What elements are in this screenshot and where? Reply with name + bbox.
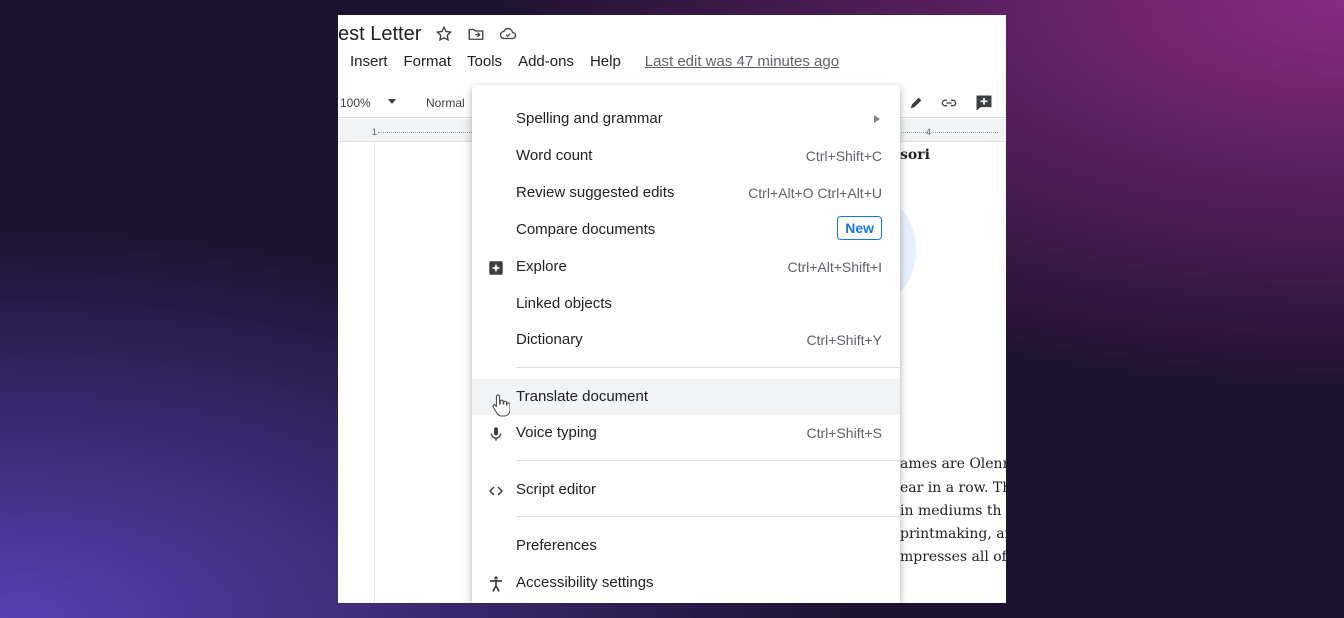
explore-icon	[486, 258, 506, 278]
document-text-line: ames are Olenn	[900, 456, 1006, 472]
menu-item-spelling-and-grammar[interactable]: Spelling and grammar	[472, 101, 900, 137]
ruler-mark-1: 1	[372, 127, 378, 137]
menu-item-dictionary[interactable]: Dictionary Ctrl+Shift+Y	[472, 322, 900, 358]
accessibility-icon	[486, 574, 506, 594]
menu-item-label: Translate document	[516, 388, 649, 405]
menu-tools[interactable]: Tools	[467, 53, 502, 70]
menu-item-word-count[interactable]: Word count Ctrl+Shift+C	[472, 138, 900, 174]
menu-item-preferences[interactable]: Preferences	[472, 528, 900, 564]
menu-item-compare-documents[interactable]: Compare documents New	[472, 212, 900, 248]
pen-icon[interactable]	[908, 95, 924, 111]
menu-separator	[516, 460, 900, 461]
page-margin-line	[374, 141, 375, 603]
menu-item-label: Voice typing	[516, 424, 597, 441]
code-icon	[486, 481, 506, 501]
menu-help[interactable]: Help	[590, 53, 621, 70]
document-text-line: mpresses all of	[900, 549, 1006, 565]
microphone-icon	[486, 424, 506, 444]
link-icon[interactable]	[938, 95, 960, 111]
menu-bar: Insert Format Tools Add-ons Help Last ed…	[350, 53, 839, 70]
zoom-select[interactable]: 100%	[340, 96, 371, 110]
menu-insert[interactable]: Insert	[350, 53, 388, 70]
menu-item-label: Review suggested edits	[516, 184, 675, 201]
menu-item-voice-typing[interactable]: Voice typing Ctrl+Shift+S	[472, 415, 900, 451]
title-bar: est Letter	[338, 21, 517, 47]
cloud-status-icon[interactable]	[499, 25, 517, 43]
menu-item-linked-objects[interactable]: Linked objects	[472, 286, 900, 322]
menu-item-label: Linked objects	[516, 295, 612, 312]
menu-format[interactable]: Format	[404, 53, 452, 70]
menu-item-explore[interactable]: Explore Ctrl+Alt+Shift+I	[472, 249, 900, 285]
menu-item-label: Script editor	[516, 481, 597, 498]
menu-item-shortcut: Ctrl+Alt+O Ctrl+Alt+U	[748, 185, 882, 201]
new-badge: New	[837, 216, 882, 240]
menu-item-script-editor[interactable]: Script editor	[472, 472, 900, 508]
menu-item-label: Word count	[516, 147, 593, 164]
chevron-down-icon[interactable]	[388, 99, 396, 104]
menu-item-label: Accessibility settings	[516, 574, 654, 591]
menu-item-shortcut: Ctrl+Shift+C	[805, 148, 882, 164]
menu-item-label: Preferences	[516, 537, 597, 554]
add-comment-icon[interactable]	[974, 93, 994, 113]
menu-item-shortcut: Ctrl+Shift+S	[806, 425, 882, 441]
menu-item-label: Spelling and grammar	[516, 110, 663, 127]
menu-item-label: Dictionary	[516, 331, 583, 348]
menu-separator	[516, 516, 900, 517]
last-edit-link[interactable]: Last edit was 47 minutes ago	[645, 53, 839, 70]
docs-window: est Letter Insert Format Tools Add-ons H…	[338, 15, 1006, 603]
document-text-line: ear in a row. Th	[900, 480, 1006, 496]
document-title[interactable]: est Letter	[338, 23, 421, 46]
ruler-mark-4: 4	[926, 127, 932, 137]
menu-item-label: Compare documents	[516, 221, 656, 238]
paragraph-style-select[interactable]: Normal	[426, 96, 465, 110]
menu-item-label: Explore	[516, 258, 567, 275]
menu-item-shortcut: Ctrl+Shift+Y	[806, 332, 882, 348]
star-icon[interactable]	[435, 25, 453, 43]
move-to-folder-icon[interactable]	[467, 25, 485, 43]
hand-pointer-icon	[492, 393, 511, 417]
menu-item-shortcut: Ctrl+Alt+Shift+I	[787, 259, 882, 275]
menu-separator	[516, 367, 900, 368]
document-heading: sori	[900, 147, 930, 163]
menu-item-translate-document[interactable]: Translate document	[472, 379, 900, 415]
submenu-arrow-icon	[874, 115, 880, 123]
menu-add-ons[interactable]: Add-ons	[518, 53, 574, 70]
tools-menu: Spelling and grammar Word count Ctrl+Shi…	[472, 85, 900, 603]
toolbar-right	[894, 93, 994, 113]
menu-item-accessibility-settings[interactable]: Accessibility settings	[472, 565, 900, 601]
document-text-line: in mediums th	[900, 503, 1002, 519]
menu-item-review-suggested-edits[interactable]: Review suggested edits Ctrl+Alt+O Ctrl+A…	[472, 175, 900, 211]
document-text-line: printmaking, ar	[900, 526, 1006, 542]
